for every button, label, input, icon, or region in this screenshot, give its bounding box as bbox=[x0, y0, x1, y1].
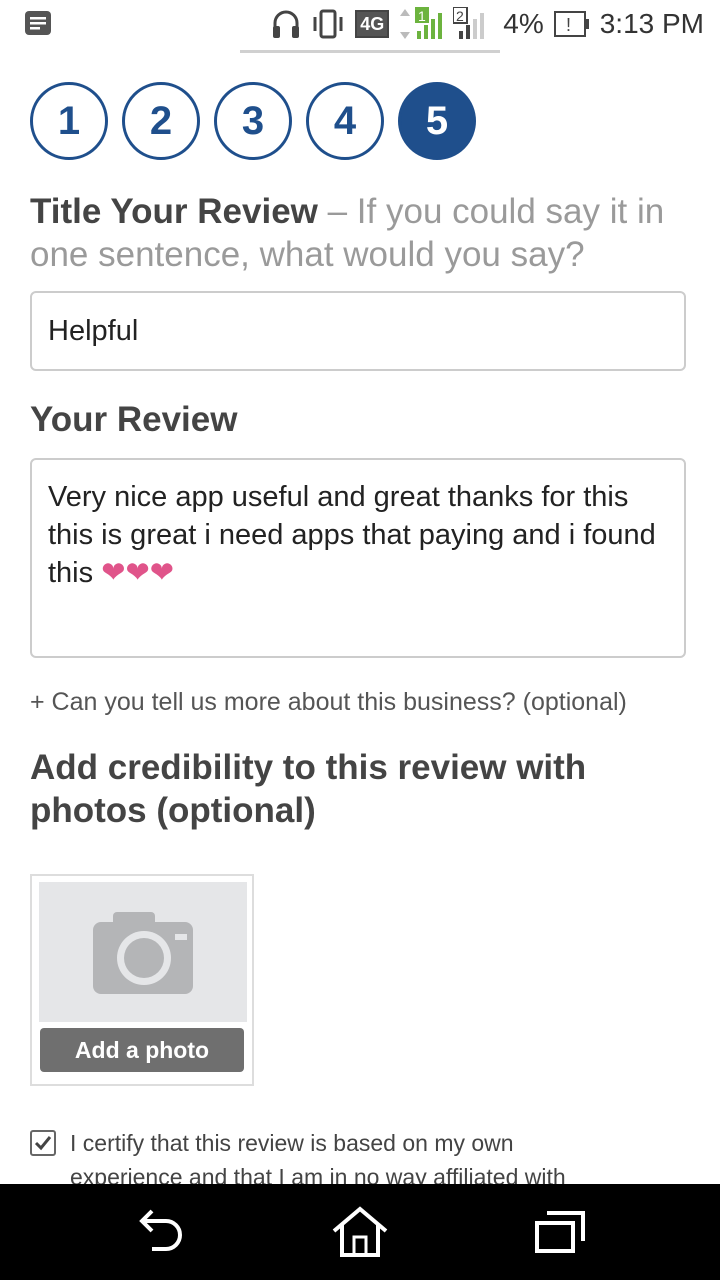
step-5[interactable]: 5 bbox=[398, 82, 476, 160]
back-icon bbox=[139, 1209, 182, 1251]
your-review-label: Your Review bbox=[30, 400, 238, 439]
step-2[interactable]: 2 bbox=[122, 82, 200, 160]
certify-checkbox[interactable] bbox=[30, 1130, 56, 1156]
svg-text:!: ! bbox=[566, 15, 571, 35]
step-4[interactable]: 4 bbox=[306, 82, 384, 160]
clock: 3:13 PM bbox=[599, 8, 704, 39]
certify-text: I certify that this review is based on m… bbox=[70, 1130, 566, 1184]
heart-emoji: ❤❤❤ bbox=[101, 557, 175, 589]
headphones-icon bbox=[271, 8, 301, 40]
notification-icon bbox=[24, 10, 52, 41]
add-photo-button[interactable]: Add a photo bbox=[40, 1028, 244, 1072]
battery-alert-icon: ! bbox=[553, 10, 590, 38]
title-review-label-bold: Title Your Review bbox=[30, 192, 318, 231]
checkbox-icon bbox=[34, 1136, 52, 1151]
recents-icon bbox=[535, 1211, 585, 1253]
step-3[interactable]: 3 bbox=[214, 82, 292, 160]
camera-icon bbox=[93, 912, 193, 994]
more-details-link[interactable]: + Can you tell us more about this busine… bbox=[30, 688, 627, 717]
home-button[interactable] bbox=[330, 1204, 390, 1260]
back-button[interactable] bbox=[130, 1204, 190, 1260]
title-review-label: Title Your Review – If you could say it … bbox=[30, 190, 690, 276]
svg-text:1: 1 bbox=[418, 8, 426, 24]
signal-icon-sim2: 2 bbox=[453, 7, 493, 41]
home-icon bbox=[332, 1206, 388, 1257]
clipped-text bbox=[240, 48, 500, 53]
vibrate-icon bbox=[311, 9, 345, 39]
navigation-bar bbox=[0, 1184, 720, 1280]
review-title-value: Helpful bbox=[48, 315, 139, 347]
review-title-input[interactable]: Helpful bbox=[30, 291, 686, 371]
photo-upload-box[interactable]: Add a photo bbox=[30, 874, 254, 1086]
review-text-area[interactable]: Very nice app useful and great thanks fo… bbox=[30, 458, 686, 658]
battery-percent: 4% bbox=[503, 8, 544, 39]
photo-placeholder[interactable] bbox=[39, 882, 247, 1022]
step-1[interactable]: 1 bbox=[30, 82, 108, 160]
step-indicator: 1 2 3 4 5 bbox=[30, 82, 476, 160]
photos-heading: Add credibility to this review with phot… bbox=[30, 748, 587, 830]
network-type-badge: 4G bbox=[355, 10, 390, 38]
recents-button[interactable] bbox=[530, 1204, 590, 1260]
status-bar: 4G 1 2 4% ! 3:13 PM bbox=[0, 0, 720, 48]
svg-text:2: 2 bbox=[456, 8, 464, 24]
signal-icon: 1 bbox=[399, 7, 443, 41]
review-form: 1 2 3 4 5 Title Your Review – If you cou… bbox=[0, 48, 720, 1184]
